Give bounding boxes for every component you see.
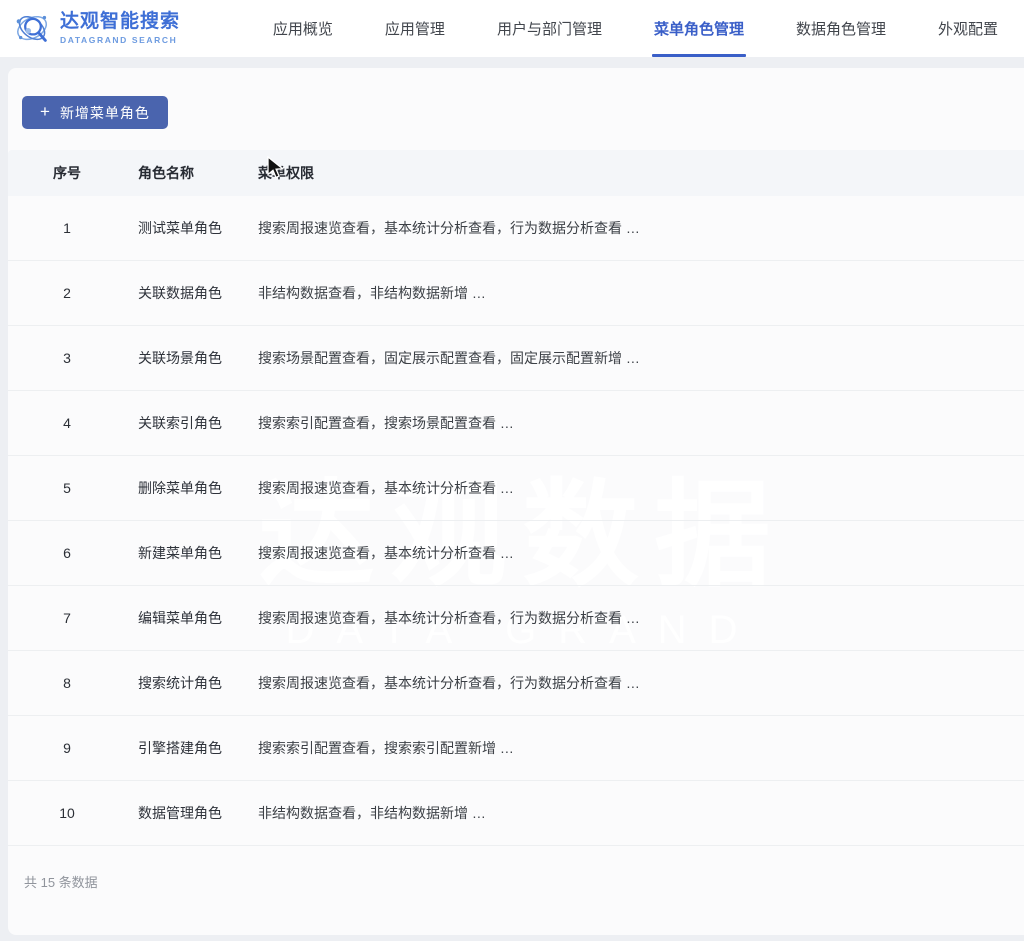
- cell-name: 关联场景角色: [138, 348, 258, 368]
- cell-name: 新建菜单角色: [138, 543, 258, 563]
- table-row[interactable]: 10 数据管理角色非结构数据查看，非结构数据新增 …: [8, 781, 1024, 846]
- nav-tab-5[interactable]: 外观配置: [912, 0, 1024, 57]
- cell-perms: 搜索索引配置查看，搜索场景配置查看 …: [258, 413, 1024, 433]
- cell-no: 9: [48, 740, 86, 756]
- table-row[interactable]: 1 测试菜单角色搜索周报速览查看，基本统计分析查看，行为数据分析查看 …: [8, 196, 1024, 261]
- table-row[interactable]: 2 关联数据角色非结构数据查看，非结构数据新增 …: [8, 261, 1024, 326]
- cell-perms: 搜索周报速览查看，基本统计分析查看，行为数据分析查看 …: [258, 218, 1024, 238]
- cell-name: 删除菜单角色: [138, 478, 258, 498]
- table-footer: 共 15 条数据: [8, 846, 1024, 891]
- column-header-perms: 菜单权限: [258, 163, 1024, 183]
- cell-perms: 搜索周报速览查看，基本统计分析查看 …: [258, 543, 1024, 563]
- cell-no: 4: [48, 415, 86, 431]
- cell-no: 10: [48, 805, 86, 821]
- table-row[interactable]: 7 编辑菜单角色搜索周报速览查看，基本统计分析查看，行为数据分析查看 …: [8, 586, 1024, 651]
- nav-tab-3[interactable]: 菜单角色管理: [628, 0, 770, 57]
- nav-tab-2[interactable]: 用户与部门管理: [471, 0, 628, 57]
- cell-no: 5: [48, 480, 86, 496]
- datagrand-logo-icon: [14, 9, 52, 49]
- cell-name: 引擎搭建角色: [138, 738, 258, 758]
- cell-name: 数据管理角色: [138, 803, 258, 823]
- add-menu-role-button[interactable]: + 新增菜单角色: [22, 96, 168, 129]
- cell-perms: 搜索周报速览查看，基本统计分析查看，行为数据分析查看 …: [258, 608, 1024, 628]
- cell-perms: 非结构数据查看，非结构数据新增 …: [258, 803, 1024, 823]
- column-header-no: 序号: [48, 163, 86, 183]
- cell-name: 关联数据角色: [138, 283, 258, 303]
- column-header-name: 角色名称: [138, 163, 258, 183]
- cell-name: 搜索统计角色: [138, 673, 258, 693]
- app-header: 达观智能搜索 DATAGRAND SEARCH 应用概览应用管理用户与部门管理菜…: [0, 0, 1024, 57]
- table-row[interactable]: 9 引擎搭建角色搜索索引配置查看，搜索索引配置新增 …: [8, 716, 1024, 781]
- cell-no: 1: [48, 220, 86, 236]
- brand-subtitle: DATAGRAND SEARCH: [60, 36, 180, 45]
- content-card: + 新增菜单角色 达观数据 DATA GRAND 序号 角色名称 菜单权限 1测…: [8, 68, 1024, 935]
- total-count-text: 共 15 条数据: [24, 875, 98, 890]
- table-row[interactable]: 6 新建菜单角色搜索周报速览查看，基本统计分析查看 …: [8, 521, 1024, 586]
- cell-perms: 搜索周报速览查看，基本统计分析查看 …: [258, 478, 1024, 498]
- table-body: 1测试菜单角色搜索周报速览查看，基本统计分析查看，行为数据分析查看 …2关联数据…: [8, 196, 1024, 846]
- menu-role-table: 序号 角色名称 菜单权限 1测试菜单角色搜索周报速览查看，基本统计分析查看，行为…: [8, 150, 1024, 891]
- table-row[interactable]: 4 关联索引角色搜索索引配置查看，搜索场景配置查看 …: [8, 391, 1024, 456]
- cell-perms: 搜索场景配置查看，固定展示配置查看，固定展示配置新增 …: [258, 348, 1024, 368]
- cell-name: 编辑菜单角色: [138, 608, 258, 628]
- cell-perms: 搜索周报速览查看，基本统计分析查看，行为数据分析查看 …: [258, 673, 1024, 693]
- cell-no: 6: [48, 545, 86, 561]
- cell-no: 8: [48, 675, 86, 691]
- add-menu-role-label: 新增菜单角色: [60, 103, 150, 123]
- nav-tab-0[interactable]: 应用概览: [247, 0, 359, 57]
- plus-icon: +: [40, 102, 51, 122]
- cell-perms: 搜索索引配置查看，搜索索引配置新增 …: [258, 738, 1024, 758]
- cell-name: 关联索引角色: [138, 413, 258, 433]
- cell-no: 2: [48, 285, 86, 301]
- cell-name: 测试菜单角色: [138, 218, 258, 238]
- brand-title: 达观智能搜索: [60, 12, 180, 33]
- table-row[interactable]: 8 搜索统计角色搜索周报速览查看，基本统计分析查看，行为数据分析查看 …: [8, 651, 1024, 716]
- nav-tab-1[interactable]: 应用管理: [359, 0, 471, 57]
- cell-no: 3: [48, 350, 86, 366]
- nav-tab-4[interactable]: 数据角色管理: [770, 0, 912, 57]
- brand-logo-group: 达观智能搜索 DATAGRAND SEARCH: [14, 9, 209, 49]
- top-nav: 应用概览应用管理用户与部门管理菜单角色管理数据角色管理外观配置: [247, 0, 1024, 57]
- table-row[interactable]: 5 删除菜单角色搜索周报速览查看，基本统计分析查看 …: [8, 456, 1024, 521]
- table-row[interactable]: 3 关联场景角色搜索场景配置查看，固定展示配置查看，固定展示配置新增 …: [8, 326, 1024, 391]
- table-header-row: 序号 角色名称 菜单权限: [8, 150, 1024, 196]
- cell-no: 7: [48, 610, 86, 626]
- cell-perms: 非结构数据查看，非结构数据新增 …: [258, 283, 1024, 303]
